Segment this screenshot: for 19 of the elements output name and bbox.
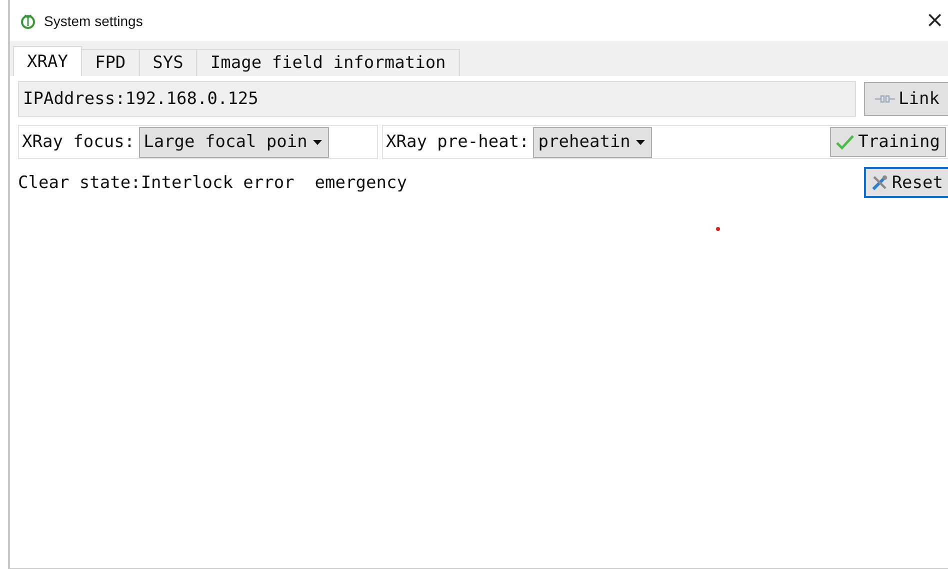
preheat-dropdown[interactable]: preheatin	[533, 126, 652, 158]
reset-button[interactable]: Reset	[864, 167, 948, 198]
clear-state-text: Clear state:Interlock error emergency	[18, 172, 408, 192]
caret-icon	[636, 140, 646, 144]
caret-icon	[313, 140, 322, 144]
link-button[interactable]: Link	[864, 82, 948, 116]
tab[interactable]: Image field information	[196, 49, 460, 76]
app-logo-icon	[20, 12, 36, 30]
training-button[interactable]: Training	[830, 127, 946, 157]
preheat-label: XRay pre-heat:	[386, 132, 530, 152]
focus-dropdown[interactable]: Large focal poin	[138, 126, 330, 158]
link-icon	[874, 95, 895, 103]
check-icon	[836, 134, 854, 150]
close-button[interactable]: ×	[926, 8, 944, 33]
ip-address-field[interactable]: IPAddress:192.168.0.125	[18, 81, 856, 117]
focus-label: XRay focus:	[22, 132, 135, 152]
window-title: System settings	[44, 12, 144, 28]
tab[interactable]: XRAY	[13, 46, 82, 76]
dot-mark	[716, 227, 720, 231]
